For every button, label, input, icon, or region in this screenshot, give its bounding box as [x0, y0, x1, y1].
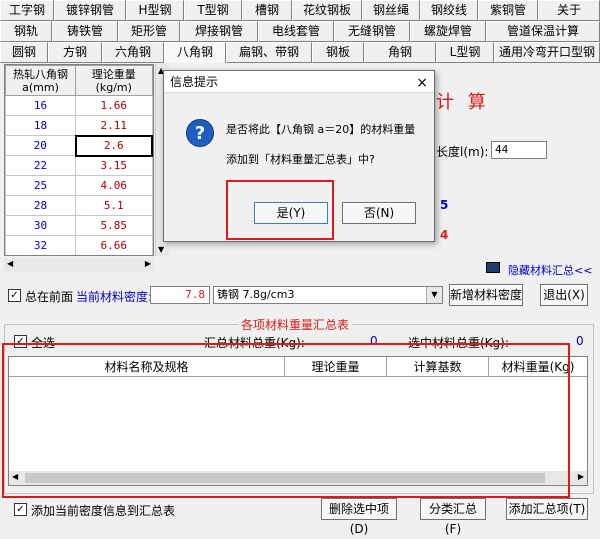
tab-3-7[interactable]: L型钢: [436, 42, 494, 63]
tab-3-6[interactable]: 角钢: [364, 42, 436, 63]
add-info-label: 添加当前密度信息到汇总表: [31, 504, 176, 518]
steel-table: 热轧八角钢 a(mm) 理论重量 (kg/m) 16 1.66 18 2.11 20 2.…: [4, 64, 154, 256]
table-row[interactable]: 30 5.85: [5, 215, 153, 236]
tab-2-6[interactable]: 螺旋焊管: [410, 21, 486, 42]
tab-row-2: 钢轨 铸铁管 矩形管 焊接钢管 电线套管 无缝钢管 螺旋焊管 管道保温计算: [0, 21, 600, 42]
scroll-right-icon[interactable]: ▶: [145, 259, 151, 268]
weight-cell[interactable]: 2.6: [74, 134, 153, 157]
scroll-right-icon[interactable]: ▶: [578, 472, 584, 481]
summary-title: 各项材料重量汇总表: [238, 316, 353, 333]
material-density-select-value: 铸钢 7.8g/cm3: [217, 288, 295, 301]
weight-cell[interactable]: 2.11: [75, 115, 153, 136]
tab-1-1[interactable]: 镀锌钢管: [54, 0, 126, 21]
weight-cell[interactable]: 4.06: [75, 175, 153, 196]
weight-cell[interactable]: 5.85: [75, 215, 153, 236]
tab-1-4[interactable]: 槽钢: [242, 0, 292, 21]
highlight-summary-list: [2, 343, 570, 498]
dialog-title: 信息提示: [170, 75, 219, 89]
table-row[interactable]: 347.51: [6, 256, 153, 257]
size-cell[interactable]: 20: [5, 135, 76, 156]
classify-summary-button[interactable]: 分类汇总(F): [420, 498, 486, 536]
partial-value-red: 4: [440, 228, 449, 242]
close-icon[interactable]: ×: [416, 72, 428, 94]
tab-2-0[interactable]: 钢轨: [0, 21, 52, 42]
weight-cell[interactable]: 6.66: [75, 235, 153, 255]
always-front-label: 总在前面: [25, 290, 74, 304]
table-row[interactable]: 22 3.15: [5, 155, 153, 176]
weight-cell[interactable]: 3.15: [75, 155, 153, 176]
weight-cell[interactable]: 1.66: [75, 95, 153, 116]
tab-1-8[interactable]: 紫铜管: [478, 0, 538, 21]
tab-1-6[interactable]: 钢丝绳: [362, 0, 420, 21]
table-row[interactable]: 32 6.66: [5, 235, 153, 255]
always-front-checkbox[interactable]: ✓: [8, 289, 21, 302]
length-input[interactable]: 44: [491, 141, 547, 159]
tab-2-4[interactable]: 电线套管: [258, 21, 334, 42]
tab-2-2[interactable]: 矩形管: [118, 21, 180, 42]
add-summary-item-button[interactable]: 添加汇总项(T): [506, 498, 588, 520]
highlight-yes-button: [226, 180, 334, 240]
tab-3-4[interactable]: 扁钢、带钢: [226, 42, 312, 63]
selected-weight-value: 0: [576, 334, 584, 348]
size-cell[interactable]: 34: [6, 256, 76, 257]
tab-row-1: 工字钢 镀锌钢管 H型钢 T型钢 槽钢 花纹钢板 钢丝绳 钢绞线 紫铜管 关于: [0, 0, 600, 21]
tab-row-3: 圆钢 方钢 六角钢 八角钢 扁钢、带钢 钢板 角钢 L型钢 通用冷弯开口型钢: [0, 42, 600, 63]
tab-1-0[interactable]: 工字钢: [0, 0, 54, 21]
table-horizontal-scrollbar[interactable]: ◀ ▶: [4, 258, 154, 272]
weight-cell[interactable]: 7.51: [76, 256, 153, 257]
add-density-button[interactable]: 新增材料密度: [449, 284, 523, 306]
table-row[interactable]: 28 5.1: [5, 195, 153, 216]
delete-selected-button[interactable]: 删除选中项(D): [321, 498, 397, 536]
table-row[interactable]: 25 4.06: [5, 175, 153, 196]
table-row[interactable]: 16 1.66: [5, 95, 153, 116]
tab-1-3[interactable]: T型钢: [184, 0, 242, 21]
no-button[interactable]: 否(N): [342, 202, 416, 224]
density-value-field[interactable]: 7.8: [150, 286, 210, 304]
size-cell[interactable]: 32: [5, 235, 76, 255]
exit-button[interactable]: 退出(X): [540, 284, 588, 306]
size-cell[interactable]: 28: [5, 195, 76, 216]
scroll-down-icon[interactable]: ▼: [158, 245, 164, 254]
tab-2-7[interactable]: 管道保温计算: [486, 21, 600, 42]
size-cell[interactable]: 18: [5, 115, 76, 136]
dialog-message-line1: 是否将此【八角钢 a＝20】的材料重量: [226, 123, 416, 136]
tab-3-5[interactable]: 钢板: [312, 42, 364, 63]
hide-summary-link[interactable]: 隐藏材料汇总<<: [508, 262, 592, 278]
tab-3-3[interactable]: 八角钢: [164, 42, 226, 63]
tab-3-8[interactable]: 通用冷弯开口型钢: [494, 42, 600, 63]
tab-1-9[interactable]: 关于: [538, 0, 600, 21]
density-label: 当前材料密度:: [76, 290, 153, 304]
summary-icon: [486, 262, 500, 273]
tab-2-1[interactable]: 铸铁管: [52, 21, 118, 42]
tab-1-2[interactable]: H型钢: [126, 0, 184, 21]
table-row[interactable]: 20 2.6: [5, 134, 153, 157]
size-cell[interactable]: 25: [5, 175, 76, 196]
add-info-checkbox[interactable]: ✓: [14, 503, 27, 516]
dialog-message-line2: 添加到「材料重量汇总表」中?: [226, 153, 375, 166]
tab-3-0[interactable]: 圆钢: [0, 42, 48, 63]
calc-title: 计 算: [436, 92, 490, 113]
question-icon: ?: [186, 119, 214, 147]
size-cell[interactable]: 22: [5, 155, 76, 176]
table-row[interactable]: 18 2.11: [5, 115, 153, 136]
size-cell[interactable]: 30: [5, 215, 76, 236]
size-cell[interactable]: 16: [5, 95, 76, 116]
chevron-down-icon[interactable]: ▼: [426, 287, 442, 303]
col-header-weight: 理论重量 (kg/m): [75, 65, 153, 96]
length-label: 长度l(m):: [436, 145, 489, 159]
tab-2-5[interactable]: 无缝钢管: [334, 21, 410, 42]
tab-1-5[interactable]: 花纹钢板: [292, 0, 362, 21]
tab-1-7[interactable]: 钢绞线: [420, 0, 478, 21]
weight-cell[interactable]: 5.1: [75, 195, 153, 216]
tab-3-1[interactable]: 方钢: [48, 42, 102, 63]
material-density-select[interactable]: 铸钢 7.8g/cm3 ▼: [213, 286, 443, 304]
tab-3-2[interactable]: 六角钢: [102, 42, 164, 63]
scroll-left-icon[interactable]: ◀: [7, 259, 13, 268]
tab-2-3[interactable]: 焊接钢管: [180, 21, 258, 42]
partial-value-blue: 5: [440, 198, 449, 212]
col-header-size: 热轧八角钢 a(mm): [5, 65, 76, 96]
dialog-title-bar: 信息提示 ×: [164, 71, 434, 93]
